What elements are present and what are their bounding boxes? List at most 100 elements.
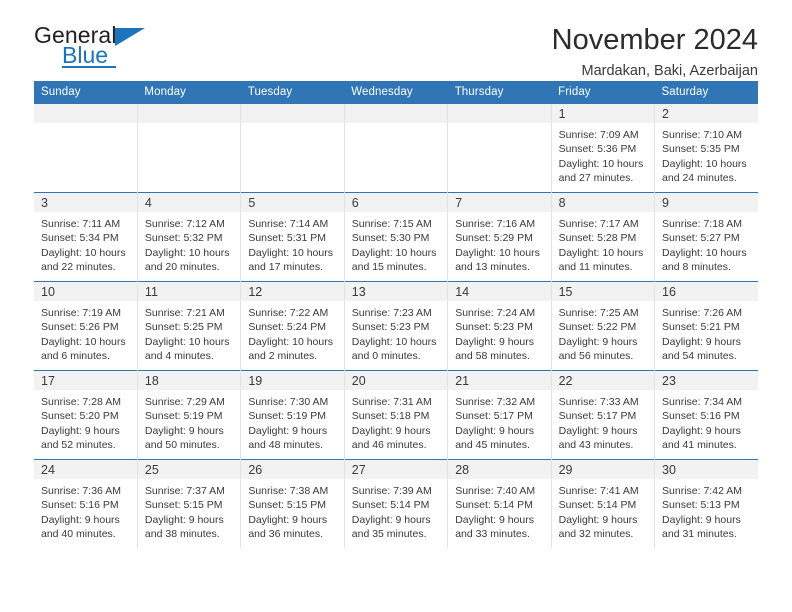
sun-info: Sunrise: 7:11 AM Sunset: 5:34 PM Daylight:…: [34, 212, 137, 275]
sunset-text: Sunset: 5:19 PM: [144, 410, 223, 423]
sun-info: Sunrise: 7:38 AM Sunset: 5:15 PM Daylight:…: [241, 479, 343, 542]
calendar-day-cell[interactable]: 18 Sunrise: 7:29 AM Sunset: 5:19 PM Dayligh…: [137, 370, 242, 460]
calendar-day-cell[interactable]: 20 Sunrise: 7:31 AM Sunset: 5:18 PM Dayligh…: [344, 370, 449, 460]
day-cell-inner: 3 Sunrise: 7:11 AM Sunset: 5:34 PM Daylight…: [34, 193, 137, 281]
day-number: 21: [448, 371, 551, 390]
sunset-text: Sunset: 5:14 PM: [558, 499, 637, 512]
sunrise-text: Sunrise: 7:17 AM: [558, 218, 639, 230]
calendar-day-cell[interactable]: 29 Sunrise: 7:41 AM Sunset: 5:14 PM Dayligh…: [551, 459, 656, 548]
calendar-day-cell[interactable]: 17 Sunrise: 7:28 AM Sunset: 5:20 PM Dayligh…: [34, 370, 138, 460]
calendar-day-cell[interactable]: 4 Sunrise: 7:12 AM Sunset: 5:32 PM Daylight…: [137, 192, 242, 282]
sunset-text: Sunset: 5:16 PM: [41, 499, 119, 512]
generalblue-logo[interactable]: General Blue: [34, 22, 194, 74]
daylight-text: Daylight: 9 hours and 45 minutes.: [455, 424, 534, 452]
daylight-text: Daylight: 10 hours and 4 minutes.: [144, 335, 230, 363]
sunset-text: Sunset: 5:17 PM: [558, 410, 637, 423]
calendar-day-cell[interactable]: 23 Sunrise: 7:34 AM Sunset: 5:16 PM Dayligh…: [654, 370, 758, 460]
daylight-text: Daylight: 9 hours and 36 minutes.: [248, 513, 328, 541]
weekday-header-tuesday: Tuesday: [240, 81, 345, 104]
calendar-day-cell[interactable]: 22 Sunrise: 7:33 AM Sunset: 5:17 PM Dayligh…: [551, 370, 656, 460]
calendar-day-cell[interactable]: 27 Sunrise: 7:39 AM Sunset: 5:14 PM Dayligh…: [344, 459, 449, 548]
calendar-day-cell[interactable]: 2 Sunrise: 7:10 AM Sunset: 5:35 PM Daylight…: [654, 104, 758, 193]
calendar-day-cell[interactable]: 19 Sunrise: 7:30 AM Sunset: 5:19 PM Dayligh…: [240, 370, 345, 460]
sunrise-text: Sunrise: 7:33 AM: [558, 396, 639, 408]
weekday-header-monday: Monday: [137, 81, 241, 104]
calendar-day-cell-empty: [447, 104, 552, 193]
sunrise-text: Sunrise: 7:15 AM: [351, 218, 432, 230]
daylight-text: Daylight: 10 hours and 2 minutes.: [248, 335, 333, 363]
calendar-day-cell[interactable]: 12 Sunrise: 7:22 AM Sunset: 5:24 PM Dayligh…: [240, 281, 345, 371]
calendar-day-cell[interactable]: 9 Sunrise: 7:18 AM Sunset: 5:27 PM Daylight…: [654, 192, 758, 282]
sunrise-text: Sunrise: 7:16 AM: [455, 218, 536, 230]
calendar-day-cell[interactable]: 7 Sunrise: 7:16 AM Sunset: 5:29 PM Daylight…: [447, 192, 552, 282]
sun-info: Sunrise: 7:29 AM Sunset: 5:19 PM Daylight:…: [138, 390, 240, 453]
day-number: 23: [655, 371, 758, 390]
sunset-text: Sunset: 5:30 PM: [351, 232, 430, 245]
calendar-day-cell[interactable]: 13 Sunrise: 7:23 AM Sunset: 5:23 PM Dayligh…: [344, 281, 449, 371]
day-cell-inner: 18 Sunrise: 7:29 AM Sunset: 5:19 PM Dayligh…: [137, 371, 241, 459]
day-cell-inner: 25 Sunrise: 7:37 AM Sunset: 5:15 PM Dayligh…: [137, 460, 241, 548]
daylight-text: Daylight: 10 hours and 6 minutes.: [41, 335, 126, 363]
sun-info: Sunrise: 7:40 AM Sunset: 5:14 PM Daylight:…: [448, 479, 550, 542]
calendar-week-row: 17 Sunrise: 7:28 AM Sunset: 5:20 PM Dayligh…: [34, 370, 758, 460]
sunrise-text: Sunrise: 7:40 AM: [455, 485, 536, 497]
calendar-day-cell[interactable]: 21 Sunrise: 7:32 AM Sunset: 5:17 PM Dayligh…: [447, 370, 552, 460]
sunset-text: Sunset: 5:15 PM: [248, 499, 326, 512]
daylight-text: Daylight: 10 hours and 13 minutes.: [455, 246, 540, 274]
sun-info: Sunrise: 7:25 AM Sunset: 5:22 PM Daylight:…: [552, 301, 654, 364]
calendar-day-cell[interactable]: 28 Sunrise: 7:40 AM Sunset: 5:14 PM Dayligh…: [447, 459, 552, 548]
calendar-week-row: 10 Sunrise: 7:19 AM Sunset: 5:26 PM Dayligh…: [34, 281, 758, 371]
daylight-text: Daylight: 9 hours and 56 minutes.: [558, 335, 638, 363]
sunrise-text: Sunrise: 7:21 AM: [144, 307, 225, 319]
day-number: 27: [344, 460, 448, 479]
sun-info: Sunrise: 7:42 AM Sunset: 5:13 PM Daylight:…: [655, 479, 758, 542]
calendar-day-cell[interactable]: 24 Sunrise: 7:36 AM Sunset: 5:16 PM Dayligh…: [34, 459, 138, 548]
sunset-text: Sunset: 5:20 PM: [41, 410, 119, 423]
day-number: 8: [551, 193, 655, 212]
calendar-day-cell[interactable]: 30 Sunrise: 7:42 AM Sunset: 5:13 PM Dayligh…: [654, 459, 758, 548]
day-cell-inner: 22 Sunrise: 7:33 AM Sunset: 5:17 PM Dayligh…: [551, 371, 655, 459]
logo-text-blue: Blue: [62, 42, 109, 68]
calendar-day-cell[interactable]: 25 Sunrise: 7:37 AM Sunset: 5:15 PM Dayligh…: [137, 459, 242, 548]
sunrise-text: Sunrise: 7:18 AM: [662, 218, 742, 230]
calendar-day-cell-empty: [240, 104, 345, 193]
calendar-day-cell[interactable]: 5 Sunrise: 7:14 AM Sunset: 5:31 PM Daylight…: [240, 192, 345, 282]
day-cell-inner: 9 Sunrise: 7:18 AM Sunset: 5:27 PM Daylight…: [655, 193, 758, 281]
calendar-day-cell-empty: [34, 104, 138, 193]
daylight-text: Daylight: 9 hours and 43 minutes.: [558, 424, 638, 452]
sunset-text: Sunset: 5:14 PM: [351, 499, 430, 512]
calendar-day-cell[interactable]: 10 Sunrise: 7:19 AM Sunset: 5:26 PM Dayligh…: [34, 281, 138, 371]
daylight-text: Daylight: 9 hours and 48 minutes.: [248, 424, 328, 452]
daylight-text: Daylight: 9 hours and 58 minutes.: [455, 335, 534, 363]
calendar-day-cell[interactable]: 26 Sunrise: 7:38 AM Sunset: 5:15 PM Dayligh…: [240, 459, 345, 548]
sun-info: Sunrise: 7:41 AM Sunset: 5:14 PM Daylight:…: [552, 479, 654, 542]
calendar-page: General Blue November 2024 Mardakan, Bak…: [0, 0, 792, 612]
sunset-text: Sunset: 5:19 PM: [248, 410, 326, 423]
sunset-text: Sunset: 5:34 PM: [41, 232, 119, 245]
calendar-day-cell[interactable]: 14 Sunrise: 7:24 AM Sunset: 5:23 PM Dayligh…: [447, 281, 552, 371]
calendar-day-cell[interactable]: 8 Sunrise: 7:17 AM Sunset: 5:28 PM Daylight…: [551, 192, 656, 282]
sun-info: Sunrise: 7:21 AM Sunset: 5:25 PM Daylight:…: [138, 301, 240, 364]
calendar-week-row: 3 Sunrise: 7:11 AM Sunset: 5:34 PM Daylight…: [34, 192, 758, 282]
daylight-text: Daylight: 10 hours and 11 minutes.: [558, 246, 644, 274]
day-cell-inner: 4 Sunrise: 7:12 AM Sunset: 5:32 PM Daylight…: [137, 193, 241, 281]
calendar-day-cell[interactable]: 6 Sunrise: 7:15 AM Sunset: 5:30 PM Daylight…: [344, 192, 449, 282]
day-cell-inner: 29 Sunrise: 7:41 AM Sunset: 5:14 PM Dayligh…: [551, 460, 655, 548]
calendar-day-cell[interactable]: 16 Sunrise: 7:26 AM Sunset: 5:21 PM Dayligh…: [654, 281, 758, 371]
sunrise-text: Sunrise: 7:19 AM: [41, 307, 121, 319]
day-number: 13: [344, 282, 448, 301]
day-cell-inner: 10 Sunrise: 7:19 AM Sunset: 5:26 PM Dayligh…: [34, 282, 137, 370]
day-number: 19: [241, 371, 344, 390]
daylight-text: Daylight: 9 hours and 33 minutes.: [455, 513, 534, 541]
calendar-day-cell[interactable]: 3 Sunrise: 7:11 AM Sunset: 5:34 PM Daylight…: [34, 192, 138, 282]
day-cell-inner: 21 Sunrise: 7:32 AM Sunset: 5:17 PM Dayligh…: [448, 371, 551, 459]
sunset-text: Sunset: 5:25 PM: [144, 321, 223, 334]
day-cell-inner: [448, 104, 551, 192]
calendar-day-cell[interactable]: 15 Sunrise: 7:25 AM Sunset: 5:22 PM Dayligh…: [551, 281, 656, 371]
sunset-text: Sunset: 5:26 PM: [41, 321, 119, 334]
day-number: 16: [655, 282, 758, 301]
day-number: 3: [34, 193, 137, 212]
calendar-day-cell[interactable]: 1 Sunrise: 7:09 AM Sunset: 5:36 PM Daylight…: [551, 104, 656, 193]
day-cell-inner: 17 Sunrise: 7:28 AM Sunset: 5:20 PM Dayligh…: [34, 371, 137, 459]
calendar-day-cell[interactable]: 11 Sunrise: 7:21 AM Sunset: 5:25 PM Dayligh…: [137, 281, 242, 371]
